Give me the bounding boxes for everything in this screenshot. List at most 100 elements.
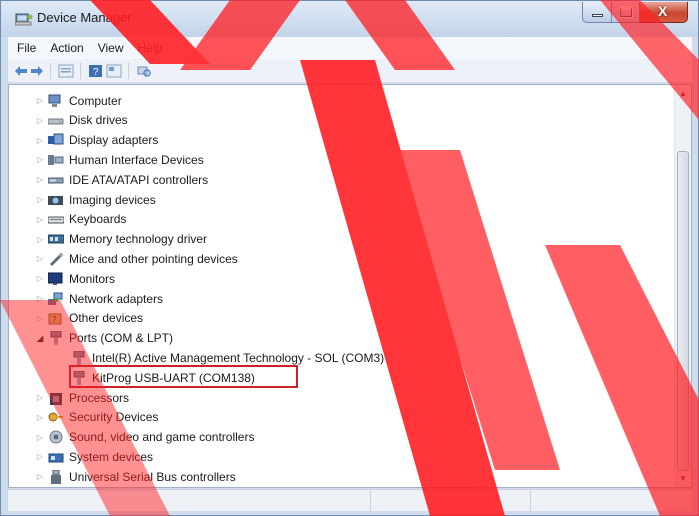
tree-item-label: Imaging devices [69,192,156,207]
tree-item[interactable]: ▷ IDE ATA/ATAPI controllers [35,170,208,189]
expand-arrow-icon[interactable]: ▷ [35,254,45,264]
toolbar: ? [8,59,692,83]
tree-item-label: Security Devices [69,410,159,425]
speaker-icon [49,430,63,444]
tree-item[interactable]: ▷ System devices [35,447,153,466]
expand-arrow-icon[interactable]: ▷ [35,135,45,145]
window-title: Device Manager [37,10,132,25]
tree-item[interactable]: ▷ Memory technology driver [35,230,207,249]
expand-arrow-icon[interactable]: ▷ [35,96,45,106]
tree-item-label: Intel(R) Active Management Technology - … [92,350,385,365]
maximize-button[interactable] [612,2,640,23]
network-icon [48,292,63,305]
tree-item-label: Universal Serial Bus controllers [69,469,236,484]
tree-item-label: Monitors [69,271,116,286]
title-bar[interactable]: Device Manager X [1,1,698,37]
tree-item[interactable]: ▷ Monitors [35,269,115,288]
tree-item[interactable]: ▷ Mice and other pointing devices [35,249,238,268]
close-button[interactable]: X [640,2,688,23]
tree-item-label: Memory technology driver [69,232,208,247]
scroll-up-arrow-icon[interactable]: ▲ [675,85,691,102]
vertical-scrollbar[interactable]: ▲ ▼ [674,85,691,487]
forward-icon[interactable] [30,63,44,79]
tree-item[interactable]: ▷? Other devices [35,309,143,328]
tree-item-label: Human Interface Devices [69,152,204,167]
status-bar [8,489,692,511]
tree-item-label: Network adapters [69,291,164,306]
expand-arrow-icon[interactable]: ▷ [35,195,45,205]
memory-icon [48,234,64,244]
mouse-icon [50,252,63,266]
port-icon [73,350,85,365]
tree-item[interactable]: ▷ Computer [35,91,122,110]
expand-arrow-icon[interactable]: ▷ [35,214,45,224]
tree-item-label: Keyboards [69,212,127,227]
tree-item-label: IDE ATA/ATAPI controllers [69,172,209,187]
device-tree-panel: ▷ Computer ▷ Disk drives ▷ Display adapters ▷ H… [8,84,692,488]
expand-arrow-icon[interactable]: ▷ [35,234,45,244]
camera-icon [48,195,63,205]
tree-item[interactable]: ▷ Display adapters [35,131,158,150]
tree-item[interactable]: ▷ Sound, video and game controllers [35,428,255,447]
unknown-device-icon: ? [48,313,62,325]
expand-arrow-icon[interactable]: ▷ [35,472,45,482]
tree-item-label: Computer [69,93,122,108]
tree-item[interactable]: ▷ Human Interface Devices [35,150,204,169]
tree-item[interactable]: ▷ Universal Serial Bus controllers [35,467,236,486]
disk-icon [48,118,64,125]
minimize-icon [592,14,603,17]
expand-arrow-icon[interactable]: ▷ [35,274,45,284]
tree-item[interactable]: ▷ Imaging devices [35,190,156,209]
tree-item-label: Display adapters [69,133,159,148]
expand-arrow-icon[interactable]: ▷ [35,432,45,442]
properties-icon[interactable] [58,63,74,79]
menu-view[interactable]: View [92,41,132,55]
menu-action[interactable]: Action [44,41,91,55]
toolbar-separator [80,63,81,79]
tree-item[interactable]: ▷ Network adapters [35,289,163,308]
expand-arrow-icon[interactable]: ▷ [35,175,45,185]
menu-file[interactable]: File [11,41,44,55]
monitor-icon [48,272,63,285]
computer-icon [48,94,61,107]
tree-item-label: Sound, video and game controllers [69,430,255,445]
ide-icon [48,177,64,184]
display-icon [48,133,64,145]
tree-item[interactable]: ▷ Keyboards [35,210,126,229]
toolbar-separator [50,63,51,79]
menu-bar: File Action View Help [8,37,692,59]
tree-item-label: Mice and other pointing devices [69,251,238,266]
tree-item[interactable]: ▷ Disk drives [35,111,128,130]
tree-item-label: Disk drives [69,113,128,128]
expand-arrow-icon[interactable]: ▷ [35,452,45,462]
help-icon[interactable]: ? [88,63,104,79]
expand-arrow-icon[interactable]: ▷ [35,393,45,403]
scan-hardware-icon[interactable] [136,63,152,79]
tree-item-label: Other devices [69,311,144,326]
tree-item[interactable]: ◢ Ports (COM & LPT) [35,329,173,348]
tree-item-label: Ports (COM & LPT) [69,331,174,346]
back-icon[interactable] [14,63,28,79]
tree-item[interactable]: ▷ Security Devices [35,408,158,427]
expand-arrow-icon[interactable]: ▷ [35,294,45,304]
update-driver-icon[interactable] [106,63,122,79]
window-controls: X [582,2,688,24]
expand-arrow-icon[interactable]: ▷ [35,115,45,125]
scroll-down-arrow-icon[interactable]: ▼ [675,470,691,487]
svg-text:?: ? [52,315,57,324]
status-cell [371,490,531,511]
status-cell [531,490,691,511]
menu-help[interactable]: Help [132,41,171,55]
expand-arrow-icon[interactable]: ▷ [35,155,45,165]
expand-arrow-icon[interactable]: ▷ [35,313,45,323]
tree-item-label: System devices [69,449,154,464]
scrollbar-thumb[interactable] [677,151,689,471]
collapse-arrow-icon[interactable]: ◢ [35,333,45,343]
tree-item-label: Processors [69,390,130,405]
tree-item[interactable]: ▷ Processors [35,388,129,407]
device-manager-window: Device Manager X File Action View Help ? [0,0,699,516]
minimize-button[interactable] [582,2,612,23]
expand-arrow-icon[interactable]: ▷ [35,412,45,422]
svg-text:?: ? [93,67,99,78]
security-key-icon [48,412,63,422]
